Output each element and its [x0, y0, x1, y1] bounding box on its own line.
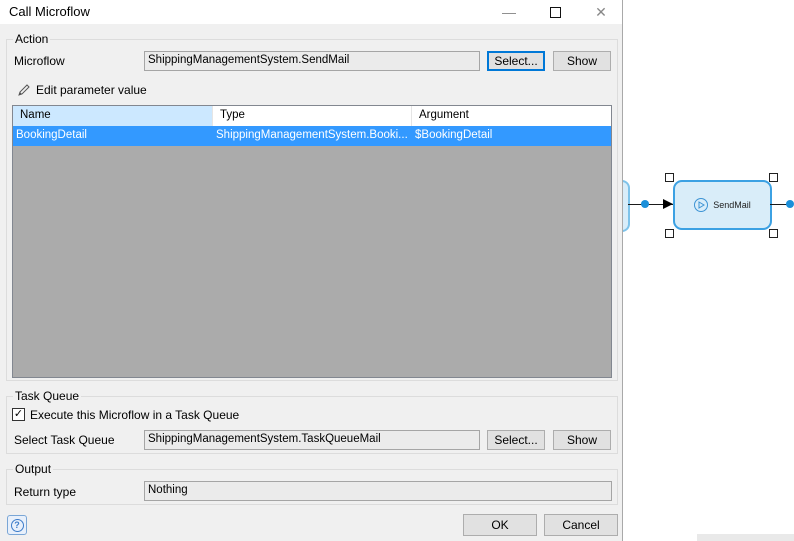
column-header-argument[interactable]: Argument	[412, 106, 611, 126]
activity-label: SendMail	[713, 200, 751, 210]
help-icon: ?	[10, 518, 24, 532]
resize-handle-bottom-right[interactable]	[769, 229, 778, 238]
table-row[interactable]: BookingDetail ShippingManagementSystem.B…	[13, 126, 611, 146]
flow-end-dot	[786, 200, 794, 208]
resize-handle-top-right[interactable]	[769, 173, 778, 182]
minimize-button[interactable]: —	[486, 0, 532, 24]
parameter-grid[interactable]: Name Type Argument BookingDetail Shippin…	[12, 105, 612, 378]
select-task-queue-button[interactable]: Select...	[487, 430, 545, 450]
action-group-title: Action	[13, 32, 51, 46]
minimize-icon: —	[502, 4, 516, 20]
microflow-field[interactable]: ShippingManagementSystem.SendMail	[144, 51, 480, 71]
edit-parameter-label: Edit parameter value	[36, 83, 147, 97]
task-queue-checkbox[interactable]: ✓	[12, 408, 25, 421]
close-icon: ✕	[595, 3, 607, 20]
output-group-title: Output	[13, 462, 54, 476]
resize-handle-bottom-left[interactable]	[665, 229, 674, 238]
return-type-label: Return type	[14, 485, 77, 499]
canvas-scroll-strip	[697, 534, 794, 541]
select-microflow-button[interactable]: Select...	[487, 51, 545, 71]
cancel-button[interactable]: Cancel	[544, 514, 618, 536]
title-bar[interactable]: Call Microflow — ✕	[0, 0, 622, 24]
maximize-icon	[549, 6, 561, 18]
show-task-queue-button[interactable]: Show	[553, 430, 611, 450]
ok-button[interactable]: OK	[463, 514, 537, 536]
resize-handle-top-left[interactable]	[665, 173, 674, 182]
task-queue-group-title: Task Queue	[13, 389, 82, 403]
flow-arrow-head	[663, 199, 673, 209]
return-type-field[interactable]: Nothing	[144, 481, 612, 501]
task-queue-field[interactable]: ShippingManagementSystem.TaskQueueMail	[144, 430, 480, 450]
help-button[interactable]: ?	[7, 515, 27, 535]
close-button[interactable]: ✕	[578, 0, 624, 24]
column-header-type[interactable]: Type	[213, 106, 412, 126]
show-microflow-button[interactable]: Show	[553, 51, 611, 71]
grid-header: Name Type Argument	[13, 106, 611, 127]
maximize-button[interactable]	[532, 0, 578, 24]
param-name-cell: BookingDetail	[16, 129, 87, 141]
dialog-title: Call Microflow	[9, 4, 90, 19]
param-type-cell: ShippingManagementSystem.Booki...	[216, 129, 408, 141]
checkmark-icon: ✓	[13, 408, 24, 420]
call-microflow-dialog: Call Microflow — ✕ Action Microflow Ship…	[0, 0, 623, 541]
pencil-icon	[18, 84, 30, 96]
flow-origin-dot	[641, 200, 649, 208]
sendmail-activity[interactable]: SendMail	[673, 180, 772, 230]
edit-parameter-button[interactable]: Edit parameter value	[17, 83, 147, 97]
task-queue-checkbox-label[interactable]: Execute this Microflow in a Task Queue	[30, 408, 239, 422]
param-argument-cell: $BookingDetail	[415, 129, 493, 141]
microflow-label: Microflow	[14, 54, 65, 68]
select-task-queue-label: Select Task Queue	[14, 433, 115, 447]
play-circle-icon	[694, 198, 709, 212]
column-header-name[interactable]: Name	[13, 106, 213, 126]
